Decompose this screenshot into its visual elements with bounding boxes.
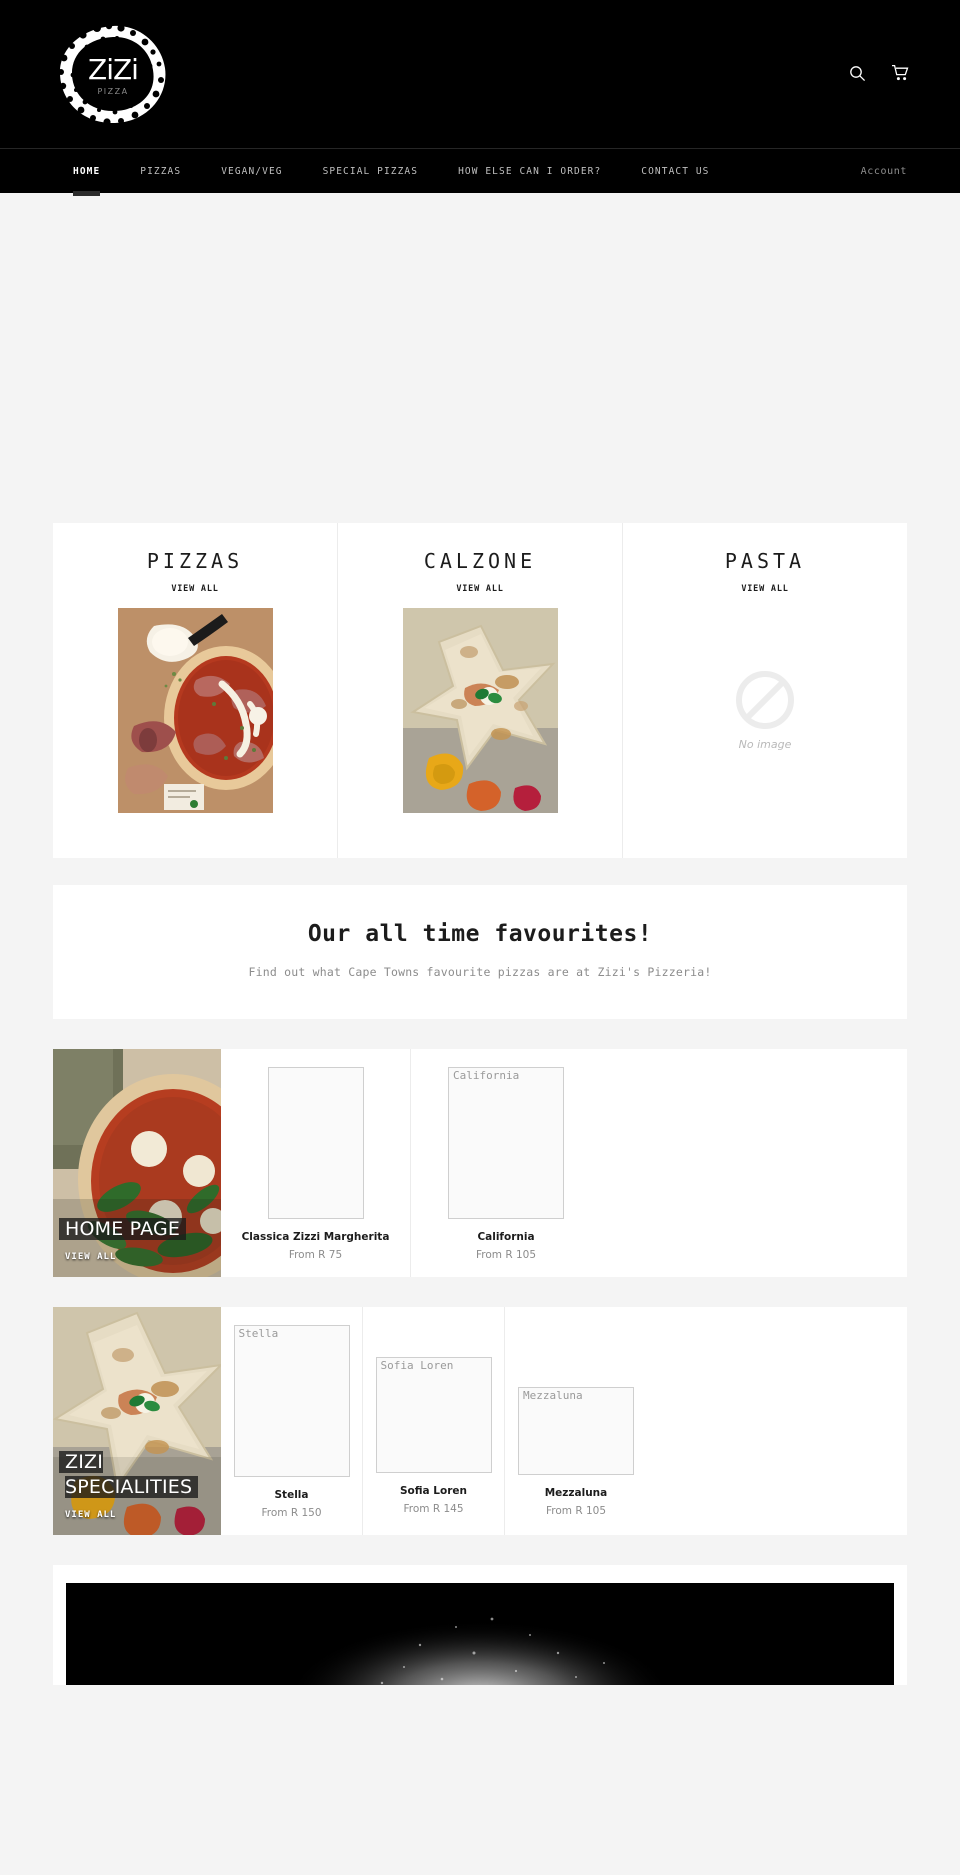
collection-tile-zizi-specialities[interactable]: ZIZI SPECIALITIES View all <box>53 1307 221 1535</box>
product-card-mezzaluna[interactable]: Mezzaluna Mezzaluna From R 105 <box>505 1307 647 1535</box>
product-card-stella[interactable]: Stella Stella From R 150 <box>221 1307 363 1535</box>
product-title: California <box>477 1231 535 1243</box>
nav-item-vegan-veg[interactable]: Vegan/Veg <box>201 149 302 194</box>
product-image-alt-text: California <box>453 1069 520 1082</box>
product-price: From R 105 <box>545 1505 607 1517</box>
favourites-banner: Our all time favourites! Find out what C… <box>53 885 907 1019</box>
collection-title: ZIZI SPECIALITIES <box>65 1450 193 1498</box>
product-card-sofia-loren[interactable]: Sofia Loren Sofia Loren From R 145 <box>363 1307 505 1535</box>
pizza-photo <box>117 608 273 813</box>
product-card-classica-zizzi-margherita[interactable]: Classica Zizzi Margherita From R 75 <box>221 1049 411 1277</box>
no-image-icon <box>736 671 794 729</box>
nav-link-special-pizzas[interactable]: Special Pizzas <box>303 166 438 177</box>
nav-item-special-pizzas[interactable]: Special Pizzas <box>303 149 438 194</box>
hero-banner <box>0 193 960 523</box>
bottom-banner <box>53 1565 907 1685</box>
product-image-placeholder: California <box>448 1067 564 1219</box>
zizi-pizza-logo[interactable]: ZiZi PIZZA <box>53 20 173 128</box>
nav-item-pizzas[interactable]: Pizzas <box>120 149 201 194</box>
collection-row-home-page: HOME PAGE View all Classica Zizzi Marghe… <box>53 1049 907 1277</box>
favourites-title: Our all time favourites! <box>307 921 653 947</box>
nav-link-contact-us[interactable]: Contact us <box>621 166 729 177</box>
collection-overlay: HOME PAGE View all <box>53 1217 221 1277</box>
collection-title: HOME PAGE <box>65 1217 181 1240</box>
collection-view-all-link[interactable]: View all <box>65 1252 116 1262</box>
product-image-alt-text: Stella <box>238 1327 279 1340</box>
product-title: Stella <box>274 1489 309 1501</box>
nav-link-pizzas[interactable]: Pizzas <box>120 166 201 177</box>
nav-item-home[interactable]: Home <box>53 149 120 196</box>
product-image-placeholder <box>267 1067 364 1219</box>
search-icon[interactable] <box>846 62 868 84</box>
nav-item-how-else-can-i-order[interactable]: How else can I order? <box>438 149 621 194</box>
collection-overlay: ZIZI SPECIALITIES View all <box>53 1450 221 1535</box>
category-card-pizzas[interactable]: PIZZAS View all <box>53 523 338 858</box>
nav-link-home[interactable]: Home <box>53 166 120 177</box>
logo-brand-text: ZiZi <box>88 53 138 86</box>
category-view-all-link[interactable]: View all <box>63 584 327 594</box>
collection-row-zizi-specialities: ZIZI SPECIALITIES View all Stella Stella… <box>53 1307 907 1535</box>
product-price: From R 105 <box>475 1249 537 1261</box>
product-title: Sofia Loren <box>400 1485 467 1497</box>
nav-link-how-else-can-i-order[interactable]: How else can I order? <box>438 166 621 177</box>
site-header: ZiZi PIZZA <box>0 0 960 148</box>
category-title: PASTA <box>724 549 806 573</box>
product-image-placeholder: Sofia Loren <box>375 1357 492 1473</box>
product-card-california[interactable]: California California From R 105 <box>411 1049 601 1277</box>
flour-dust-image <box>66 1583 894 1685</box>
product-image-placeholder: Mezzaluna <box>518 1387 634 1475</box>
category-title: PIZZAS <box>146 549 244 573</box>
category-view-all-link[interactable]: View all <box>348 584 612 594</box>
nav-item-contact-us[interactable]: Contact us <box>621 149 729 194</box>
favourites-subtitle: Find out what Cape Towns favourite pizza… <box>248 965 712 979</box>
nav-link-vegan-veg[interactable]: Vegan/Veg <box>201 166 302 177</box>
nav-list: Home Pizzas Vegan/Veg Special Pizzas How… <box>53 149 730 196</box>
main-navigation: Home Pizzas Vegan/Veg Special Pizzas How… <box>0 148 960 196</box>
product-price: From R 75 <box>288 1249 343 1261</box>
product-title: Classica Zizzi Margherita <box>241 1231 390 1243</box>
category-title: CALZONE <box>423 549 537 573</box>
no-image-label: No image <box>738 738 792 751</box>
product-price: From R 150 <box>261 1507 322 1519</box>
logo-svg: ZiZi PIZZA <box>58 22 166 126</box>
category-view-all-link[interactable]: View all <box>633 584 897 594</box>
product-image-alt-text: Mezzaluna <box>523 1389 583 1402</box>
collection-view-all-link[interactable]: View all <box>65 1510 116 1520</box>
product-list: Stella Stella From R 150 Sofia Loren Sof… <box>221 1307 907 1535</box>
header-icons <box>846 62 912 84</box>
cart-icon[interactable] <box>890 62 912 84</box>
collection-tile-home-page[interactable]: HOME PAGE View all <box>53 1049 221 1277</box>
product-image-alt-text: Sofia Loren <box>380 1359 454 1372</box>
no-image-placeholder: No image <box>688 608 843 813</box>
category-card-calzone[interactable]: CALZONE View all <box>338 523 623 858</box>
calzone-photo <box>402 608 558 813</box>
logo-tagline-text: PIZZA <box>97 87 128 96</box>
product-price: From R 145 <box>403 1503 464 1515</box>
category-card-pasta[interactable]: PASTA View all No image <box>623 523 907 858</box>
product-image-placeholder: Stella <box>233 1325 350 1477</box>
product-list: Classica Zizzi Margherita From R 75 Cali… <box>221 1049 907 1277</box>
account-link[interactable]: Account <box>861 149 907 194</box>
product-title: Mezzaluna <box>544 1487 608 1499</box>
category-row: PIZZAS View all <box>53 523 907 858</box>
